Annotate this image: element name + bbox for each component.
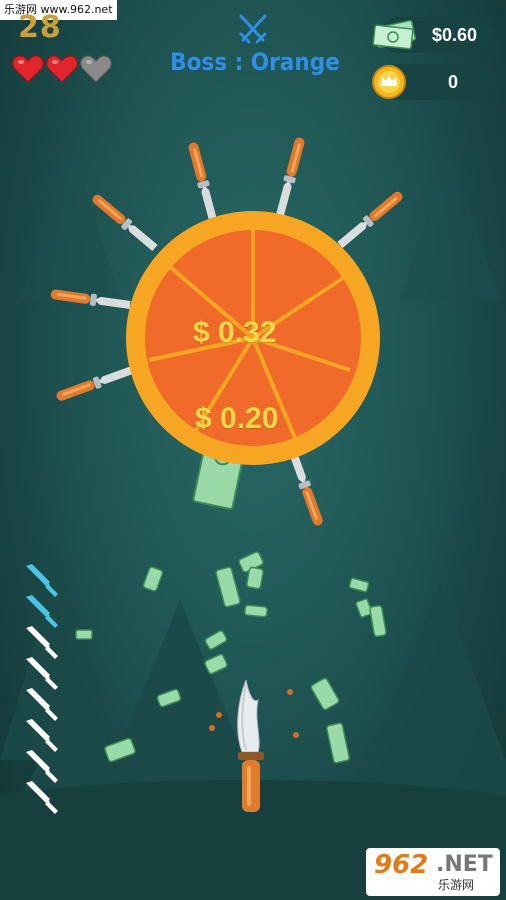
- cash-bill-icon: [326, 722, 350, 764]
- knife-ammo-icon: [26, 719, 58, 752]
- watermark-number: 962: [374, 850, 429, 880]
- cash-bill-icon: [204, 653, 228, 675]
- knife-ammo-icon: [26, 626, 58, 659]
- watermark-suffix: .NET: [436, 852, 493, 877]
- cash-bill-icon: [75, 629, 93, 640]
- cash-bill-icon: [142, 566, 164, 592]
- cash-bill-icon: [204, 630, 228, 650]
- cash-bill-icon: [246, 566, 264, 590]
- knife-ammo-used-icon: [26, 595, 58, 628]
- cash-bill-icon: [244, 604, 268, 618]
- knife-ammo-used-icon: [26, 564, 58, 597]
- knife-ammo-icon: [26, 750, 58, 783]
- watermark-bottom: 962 .NET 乐游网: [366, 848, 500, 896]
- game-stage[interactable]: 乐游网 www.962.net 28 Boss : Orange $0.60 0…: [0, 0, 506, 900]
- cash-bill-icon: [310, 677, 340, 711]
- cash-bill-icon: [156, 688, 182, 708]
- watermark-chinese: 乐游网: [438, 878, 475, 892]
- cash-bill-icon: [348, 577, 370, 593]
- player-knife[interactable]: [228, 680, 278, 820]
- cash-bill-icon: [104, 737, 136, 763]
- knife-ammo: [26, 564, 58, 814]
- cash-bill-icon: [369, 604, 387, 638]
- knife-ammo-icon: [26, 657, 58, 690]
- cash-bill-icon: [215, 566, 241, 608]
- knife-ammo-icon: [26, 688, 58, 721]
- knife-ammo-icon: [26, 781, 58, 814]
